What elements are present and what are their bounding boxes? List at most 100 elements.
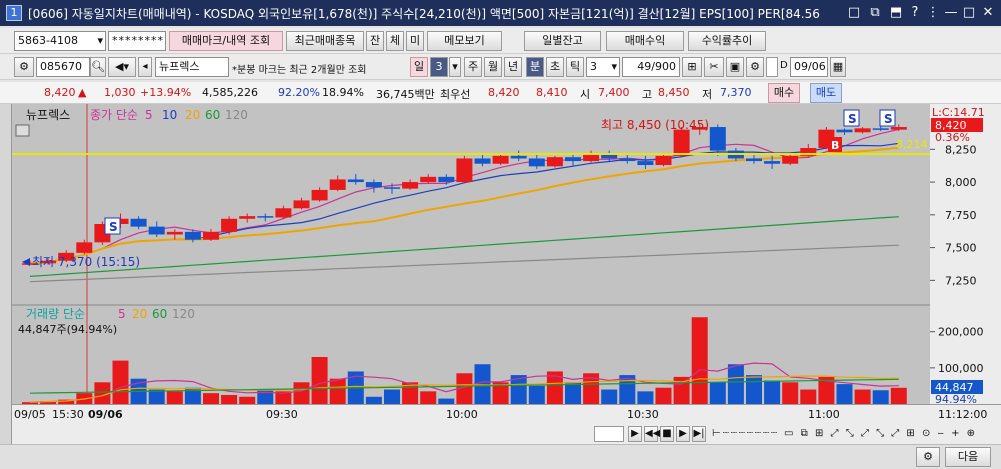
- right-label-top: L:C:14.71: [932, 106, 985, 119]
- candle-body: [709, 127, 726, 151]
- chevron-down-icon[interactable]: ▾: [449, 57, 461, 77]
- high-price: 8,450: [658, 86, 690, 99]
- buy-marker-label: B: [831, 139, 839, 152]
- high-label: 고: [642, 88, 653, 101]
- calendar-icon[interactable]: ▦: [830, 57, 846, 77]
- close-icon[interactable]: ✕: [979, 4, 997, 22]
- speaker-icon[interactable]: ◀▾: [108, 57, 136, 77]
- candle-body: [438, 176, 455, 183]
- candle-body: [347, 179, 364, 183]
- price-panel-title: 뉴프렉스: [26, 108, 70, 122]
- volume-bar: [890, 387, 907, 404]
- maximize-icon[interactable]: □: [960, 4, 978, 22]
- stock-code-input[interactable]: 085670: [36, 57, 90, 77]
- next-button[interactable]: 다음: [945, 447, 991, 467]
- drawing-tools-icons[interactable]: ⊢┈┈┈┈┈┈┈ ▭ ⧉ ⊞ ⤢ ⤡ ⤢ ⤡ ⤢ ⊞ ⊙ ‒ + ⊕: [712, 428, 977, 439]
- save-icon[interactable]: ▣: [726, 57, 744, 77]
- prev-stock-icon[interactable]: ◂: [138, 57, 152, 77]
- volume-bar: [528, 385, 545, 404]
- settings-icon[interactable]: ⚙: [14, 57, 34, 77]
- sell-button[interactable]: 매도: [810, 83, 842, 103]
- date-input[interactable]: 09/06: [790, 57, 828, 77]
- chart-area[interactable]: 8,250 8,000 7,750 7,500 7,250 200,000 100,000…: [12, 104, 1001, 406]
- time-label-0905: 09/05: [14, 408, 46, 421]
- price-tick-label: 7,250: [945, 274, 977, 287]
- password-field[interactable]: ********: [108, 31, 166, 51]
- period-n-button[interactable]: 3: [430, 57, 448, 77]
- volume-bar: [854, 389, 871, 404]
- scrollbar-track[interactable]: [594, 426, 624, 442]
- volume-bar: [727, 364, 744, 404]
- candle-body: [311, 189, 328, 201]
- period-tick-button[interactable]: 틱: [566, 57, 584, 77]
- minimize-icon[interactable]: —: [942, 4, 960, 22]
- daily-balance-button[interactable]: 일별잔고: [524, 31, 601, 51]
- stock-name-field: 뉴프렉스: [155, 57, 229, 77]
- window-restore-icon[interactable]: ⧉: [866, 4, 884, 22]
- period-month-button[interactable]: 월: [484, 57, 502, 77]
- candle-body: [872, 128, 889, 130]
- volume-bar: [764, 380, 781, 404]
- candle-body: [184, 231, 201, 240]
- account-select[interactable]: 5863-4108 ▾: [14, 31, 106, 51]
- window-layout-icon[interactable]: ⬒: [887, 4, 905, 22]
- low-price: 7,370: [720, 86, 752, 99]
- candle-body: [836, 129, 853, 133]
- stop-icon[interactable]: ■: [660, 426, 674, 442]
- open-label: 시: [580, 88, 591, 101]
- volume-bar: [239, 396, 256, 404]
- chevron-down-icon: ▾: [611, 60, 617, 73]
- rewind-icon[interactable]: ◀◀: [644, 426, 660, 442]
- period-week-button[interactable]: 주: [464, 57, 482, 77]
- window-title: [0606] 자동일지차트(매매내역) - KOSDAQ 외국인보유[1,678…: [28, 7, 820, 21]
- trade-profit-button[interactable]: 매매수익: [606, 31, 684, 51]
- gear-icon[interactable]: ⚙: [916, 447, 940, 467]
- volume-bar: [691, 317, 708, 404]
- date-checkbox[interactable]: [766, 57, 778, 77]
- unfilled-button[interactable]: 미: [406, 31, 424, 51]
- up-arrow-icon: ▲: [78, 86, 87, 99]
- recent-trades-button[interactable]: 최근매매종목: [286, 31, 364, 51]
- scissors-icon[interactable]: ✂: [704, 57, 724, 77]
- candlestick-chart[interactable]: 8,250 8,000 7,750 7,500 7,250 200,000 100,000…: [12, 104, 1001, 406]
- sell-marker-1-label: S: [109, 220, 118, 234]
- end-icon[interactable]: ▶|: [692, 426, 706, 442]
- period-minute-button[interactable]: 분: [526, 57, 544, 77]
- current-price: 8,420: [44, 86, 76, 99]
- candle-body: [148, 226, 165, 235]
- balance-button[interactable]: 잔: [366, 31, 384, 51]
- window-number: 1: [6, 5, 22, 21]
- price-tick-label: 8,250: [945, 143, 977, 156]
- volume-bar: [221, 394, 238, 404]
- play-icon[interactable]: ▶: [628, 426, 642, 442]
- period-second-button[interactable]: 초: [546, 57, 564, 77]
- price-tick-label: 7,750: [945, 209, 977, 222]
- ruler-icon[interactable]: ⊞: [682, 57, 702, 77]
- legend-ma60: 60: [205, 108, 220, 122]
- search-icon[interactable]: 🔍︎: [90, 57, 106, 77]
- memo-button[interactable]: 메모보기: [427, 31, 502, 51]
- candle-body: [329, 179, 346, 190]
- trade-mark-lookup-button[interactable]: 매매마크/내역 조회: [169, 31, 283, 51]
- title-bar: 1 [0606] 자동일지차트(매매내역) - KOSDAQ 외국인보유[1,6…: [0, 0, 1001, 26]
- time-axis: 09/05 15:30 09/06 09:30 10:00 10:30 11:0…: [12, 404, 1001, 424]
- interval-select[interactable]: 3 ▾: [586, 57, 620, 77]
- sell-marker-2: S: [843, 109, 860, 127]
- bar-count-field[interactable]: 49/900: [622, 57, 680, 77]
- forward-icon[interactable]: ▶: [676, 426, 690, 442]
- window-square-icon[interactable]: □: [845, 4, 863, 22]
- more-icon[interactable]: ⋮: [924, 4, 942, 22]
- gear-icon[interactable]: ⚙: [746, 57, 764, 77]
- candle-body: [257, 216, 274, 218]
- return-trend-button[interactable]: 수익률추이: [688, 31, 766, 51]
- period-year-button[interactable]: 년: [504, 57, 522, 77]
- buy-button[interactable]: 매수: [768, 83, 800, 103]
- period-day-button[interactable]: 일: [410, 57, 428, 77]
- help-icon[interactable]: ?: [906, 4, 924, 22]
- toolbar-stock: ⚙ 085670 🔍︎ ◀▾ ◂ 뉴프렉스 *분봉 마크는 최근 2개월만 조회…: [0, 54, 1001, 80]
- volume-tick-label: 200,000: [938, 326, 984, 339]
- right-volume-pct: 94.94%: [935, 393, 977, 404]
- volume-bar: [565, 382, 581, 404]
- table-icon: [15, 124, 30, 137]
- filled-button[interactable]: 체: [386, 31, 404, 51]
